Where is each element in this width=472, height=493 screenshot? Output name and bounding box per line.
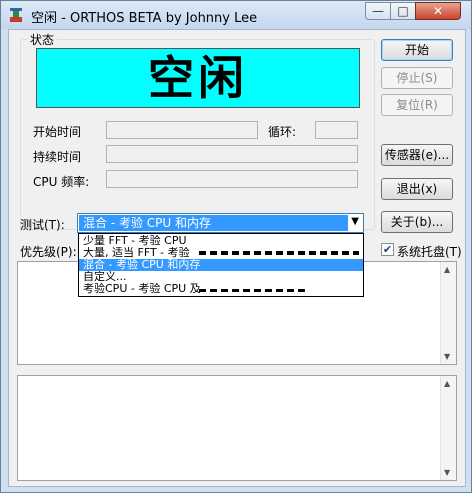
exit-button[interactable]: 退出(x) bbox=[381, 178, 453, 200]
log-panel-bottom-scrollbar[interactable]: ▲ ▼ bbox=[440, 376, 456, 480]
sensors-button[interactable]: 传感器(e)... bbox=[381, 144, 453, 166]
loop-label: 循环: bbox=[268, 125, 297, 139]
title-bar[interactable]: 空闲 - ORTHOS BETA by Johnny Lee — □ ✕ bbox=[1, 1, 471, 29]
test-selected-value: 混合 - 考验 CPU 和内存 bbox=[79, 215, 348, 231]
scroll-up-icon[interactable]: ▲ bbox=[444, 265, 450, 274]
scroll-down-icon[interactable]: ▼ bbox=[444, 468, 450, 477]
priority-label: 优先级(P): bbox=[20, 245, 77, 259]
status-display: 空闲 bbox=[36, 48, 360, 108]
close-button[interactable]: ✕ bbox=[415, 2, 461, 20]
cpu-frequency-label: CPU 频率: bbox=[33, 175, 90, 189]
scroll-down-icon[interactable]: ▼ bbox=[444, 352, 450, 361]
test-label: 测试(T): bbox=[20, 218, 65, 232]
chevron-down-icon[interactable]: ▼ bbox=[351, 216, 359, 227]
log-panel-top-scrollbar[interactable]: ▲ ▼ bbox=[440, 262, 456, 364]
start-time-field bbox=[106, 121, 258, 139]
duration-label: 持续时间 bbox=[33, 150, 82, 164]
minimize-button[interactable]: — bbox=[365, 2, 391, 20]
loop-field bbox=[315, 121, 358, 139]
about-button[interactable]: 关于(b)... bbox=[381, 211, 453, 233]
orthos-app-icon bbox=[10, 8, 22, 22]
stop-button[interactable]: 停止(S) bbox=[381, 67, 453, 89]
dropdown-option[interactable]: 自定义... bbox=[79, 271, 363, 283]
log-panel-bottom[interactable]: ▲ ▼ bbox=[17, 375, 457, 481]
test-dropdown-list[interactable]: 少量 FFT - 考验 CPU 大量, 适当 FFT - 考验 混合 - 考验 … bbox=[78, 233, 364, 297]
status-group-label: 状态 bbox=[27, 31, 58, 48]
scroll-up-icon[interactable]: ▲ bbox=[444, 379, 450, 388]
test-select[interactable]: 混合 - 考验 CPU 和内存 ▼ bbox=[77, 213, 364, 233]
maximize-button[interactable]: □ bbox=[390, 2, 416, 20]
tray-checkbox[interactable]: ✔ bbox=[381, 243, 394, 256]
dropdown-option[interactable]: 少量 FFT - 考验 CPU bbox=[79, 235, 363, 247]
orthos-window: 空闲 - ORTHOS BETA by Johnny Lee — □ ✕ 状态 … bbox=[0, 0, 472, 493]
render-artifact bbox=[199, 251, 359, 255]
reset-button[interactable]: 复位(R) bbox=[381, 94, 453, 116]
start-time-label: 开始时间 bbox=[33, 125, 82, 139]
window-title: 空闲 - ORTHOS BETA by Johnny Lee bbox=[31, 11, 258, 26]
client-area: 状态 空闲 开始时间 循环: 持续时间 CPU 频率: 开始 停止(S) 复位(… bbox=[8, 29, 466, 487]
render-artifact bbox=[199, 289, 309, 292]
duration-field bbox=[106, 145, 358, 163]
start-button[interactable]: 开始 bbox=[381, 39, 453, 61]
tray-checkbox-label[interactable]: 系统托盘(T) bbox=[397, 243, 462, 260]
dropdown-option-selected[interactable]: 混合 - 考验 CPU 和内存 bbox=[79, 259, 363, 271]
cpu-frequency-field bbox=[106, 170, 358, 188]
